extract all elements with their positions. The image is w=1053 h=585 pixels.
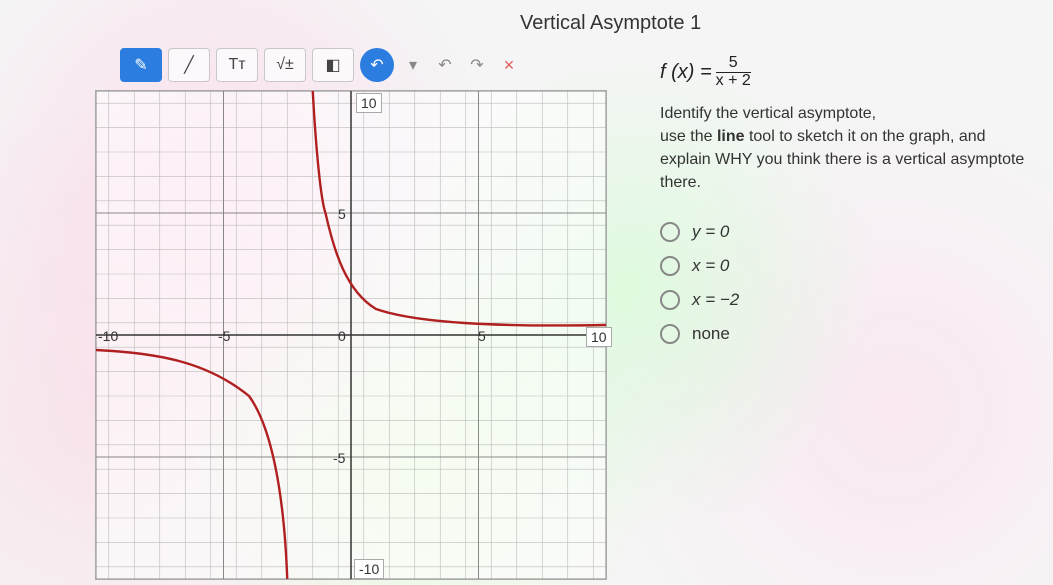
equation-numerator: 5 xyxy=(729,55,738,72)
y-tick-neg5: -5 xyxy=(329,449,349,467)
undo2-icon: ↶ xyxy=(438,55,451,75)
instr-l2c: tool to sketch it on the graph, and xyxy=(745,128,986,145)
undo-button[interactable]: ↶ xyxy=(360,48,394,82)
instr-l2b: line xyxy=(717,128,745,145)
page-title: Vertical Asymptote 1 xyxy=(520,12,701,35)
option-label: x = 0 xyxy=(692,256,729,276)
graph-area[interactable]: 10 5 0 -5 -10 -10 -5 5 10 xyxy=(95,90,607,580)
math-icon: √± xyxy=(276,56,294,74)
redo-icon: ↷ xyxy=(470,55,483,75)
text-icon: Tᴛ xyxy=(228,56,245,74)
eraser-tool[interactable]: ◧ xyxy=(312,48,354,82)
instruction-line-1: Identify the vertical asymptote, xyxy=(660,102,1040,125)
graph-svg xyxy=(96,91,606,579)
x-tick-neg10: -10 xyxy=(94,327,122,345)
option-x-equals-neg2[interactable]: x = −2 xyxy=(660,290,1040,310)
radio-icon xyxy=(660,256,680,276)
option-none[interactable]: none xyxy=(660,324,1040,344)
equation-fraction: 5 x + 2 xyxy=(716,55,751,90)
radio-icon xyxy=(660,222,680,242)
option-x-equals-0[interactable]: x = 0 xyxy=(660,256,1040,276)
option-label: y = 0 xyxy=(692,222,729,242)
option-y-equals-0[interactable]: y = 0 xyxy=(660,222,1040,242)
instruction-line-2: use the line tool to sketch it on the gr… xyxy=(660,125,1040,148)
redo-button[interactable]: ↷ xyxy=(464,52,490,78)
instr-l2a: use the xyxy=(660,128,717,145)
dropdown-button[interactable]: ▾ xyxy=(400,52,426,78)
radio-icon xyxy=(660,290,680,310)
chevron-down-icon: ▾ xyxy=(409,55,417,75)
math-tool[interactable]: √± xyxy=(264,48,306,82)
y-tick-0: 0 xyxy=(334,327,350,345)
close-button[interactable]: × xyxy=(496,52,522,78)
undo-icon: ↶ xyxy=(370,55,383,75)
radio-icon xyxy=(660,324,680,344)
y-tick-10: 10 xyxy=(356,93,382,113)
equation-lhs: f (x) = xyxy=(660,61,712,84)
instructions: Identify the vertical asymptote, use the… xyxy=(660,102,1040,195)
equation-denominator: x + 2 xyxy=(716,72,751,90)
option-label: none xyxy=(692,324,730,344)
answer-options: y = 0 x = 0 x = −2 none xyxy=(660,222,1040,344)
pen-tool[interactable]: ✎ xyxy=(120,48,162,82)
eraser-icon: ◧ xyxy=(325,55,340,75)
x-tick-10: 10 xyxy=(586,327,612,347)
line-icon: ╱ xyxy=(184,55,194,75)
equation: f (x) = 5 x + 2 xyxy=(660,55,1040,90)
toolbar: ✎ ╱ Tᴛ √± ◧ ↶ ▾ ↶ ↷ × xyxy=(120,48,522,82)
y-tick-neg10: -10 xyxy=(354,559,384,579)
close-icon: × xyxy=(504,55,515,76)
y-tick-5: 5 xyxy=(334,205,350,223)
option-label: x = −2 xyxy=(692,290,739,310)
question-panel: f (x) = 5 x + 2 Identify the vertical as… xyxy=(660,55,1040,344)
instruction-line-3: explain WHY you think there is a vertica… xyxy=(660,148,1040,194)
x-tick-5: 5 xyxy=(474,327,490,345)
x-tick-neg5: -5 xyxy=(214,327,234,345)
pen-icon: ✎ xyxy=(134,55,147,75)
text-tool[interactable]: Tᴛ xyxy=(216,48,258,82)
undo2-button[interactable]: ↶ xyxy=(432,52,458,78)
line-tool[interactable]: ╱ xyxy=(168,48,210,82)
